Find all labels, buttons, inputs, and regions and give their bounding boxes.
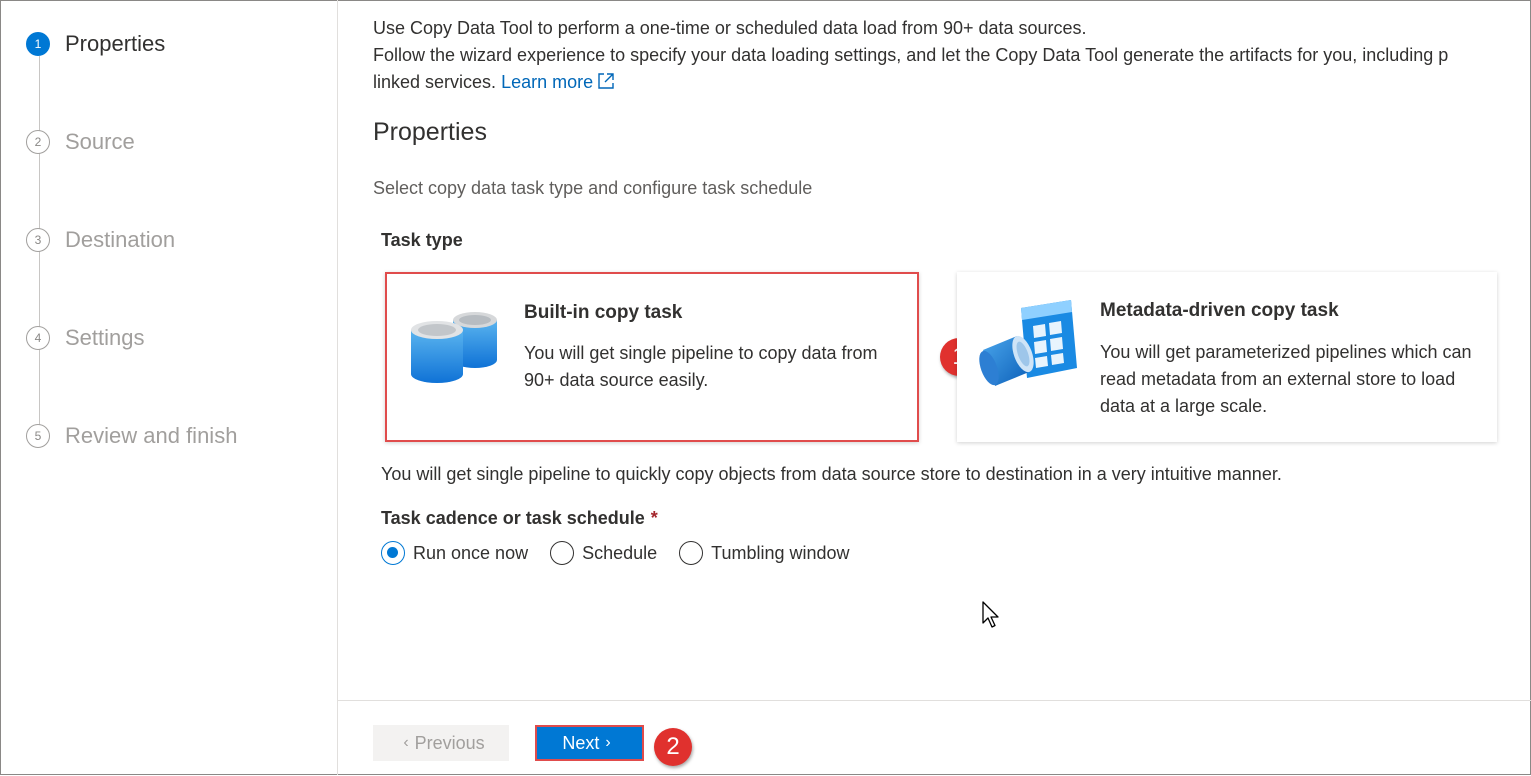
task-cadence-radio-group: Run once now Schedule Tumbling window [381,541,872,565]
chevron-right-icon: › [605,734,611,751]
card-description: You will get parameterized pipelines whi… [1100,342,1472,416]
step-label: Destination [65,227,176,252]
previous-button-label: Previous [414,732,485,753]
radio-button-checked[interactable] [381,541,405,565]
step-label: Settings [65,325,145,350]
step-number: 1 [26,32,50,56]
page-title: Properties [373,118,487,146]
task-cadence-label: Task cadence or task schedule * [381,508,658,529]
task-type-label: Task type [381,230,463,250]
section-description: Select copy data task type and configure… [373,178,813,198]
learn-more-link[interactable]: Learn more [501,72,615,92]
external-link-icon [598,73,614,89]
card-title: Metadata-driven copy task [1100,300,1339,321]
card-title: Built-in copy task [524,302,683,323]
mouse-cursor-icon [982,601,999,628]
chevron-left-icon: ‹ [403,734,409,751]
step-number: 5 [26,424,50,448]
next-button-label: Next [562,732,600,753]
intro-line-2: Follow the wizard experience to specify … [373,45,1449,65]
intro-line-1: Use Copy Data Tool to perform a one-time… [373,18,1087,38]
learn-more-label: Learn more [501,72,594,92]
next-button[interactable]: Next › [535,725,644,761]
metadata-driven-copy-task-card[interactable]: Metadata-driven copy task You will get p… [957,272,1497,442]
step-settings[interactable]: 4 Settings [26,322,145,354]
step-number: 4 [26,326,50,350]
wizard-footer: ‹ Previous Next › 2 [338,700,1531,776]
step-properties[interactable]: 1 Properties [26,28,165,60]
step-destination[interactable]: 3 Destination [26,224,175,256]
radio-schedule[interactable]: Schedule [550,541,657,565]
metadata-pipeline-icon [979,300,1077,386]
radio-tumbling-window[interactable]: Tumbling window [679,541,850,565]
radio-run-once-now[interactable]: Run once now [381,541,528,565]
previous-button[interactable]: ‹ Previous [373,725,509,761]
database-icon [411,312,497,383]
radio-button[interactable] [550,541,575,565]
intro-line-3: linked services. Learn more [373,69,1448,96]
step-source[interactable]: 2 Source [26,126,135,158]
radio-label: Run once now [413,542,529,563]
card-description: You will get single pipeline to copy dat… [524,343,878,390]
main-content: Use Copy Data Tool to perform a one-time… [338,0,1531,700]
intro-line-3-text: linked services. [373,72,497,92]
step-number: 3 [26,228,50,252]
radio-label: Tumbling window [711,542,850,563]
step-label: Review and finish [65,423,238,448]
task-cadence-label-text: Task cadence or task schedule [381,508,645,528]
radio-label: Schedule [582,542,658,563]
step-review-and-finish[interactable]: 5 Review and finish [26,420,237,452]
step-number: 2 [26,130,50,154]
step-label: Source [65,129,135,154]
callout-badge-2: 2 [654,728,692,766]
intro-text: Use Copy Data Tool to perform a one-time… [373,15,1448,96]
radio-button[interactable] [679,541,704,565]
required-asterisk: * [650,508,658,528]
wizard-stepper: 1 Properties 2 Source 3 Destination 4 Se… [0,0,338,775]
builtin-copy-task-card[interactable]: Built-in copy task You will get single p… [385,272,919,442]
step-label: Properties [65,31,166,56]
task-type-hint: You will get single pipeline to quickly … [381,464,1282,484]
